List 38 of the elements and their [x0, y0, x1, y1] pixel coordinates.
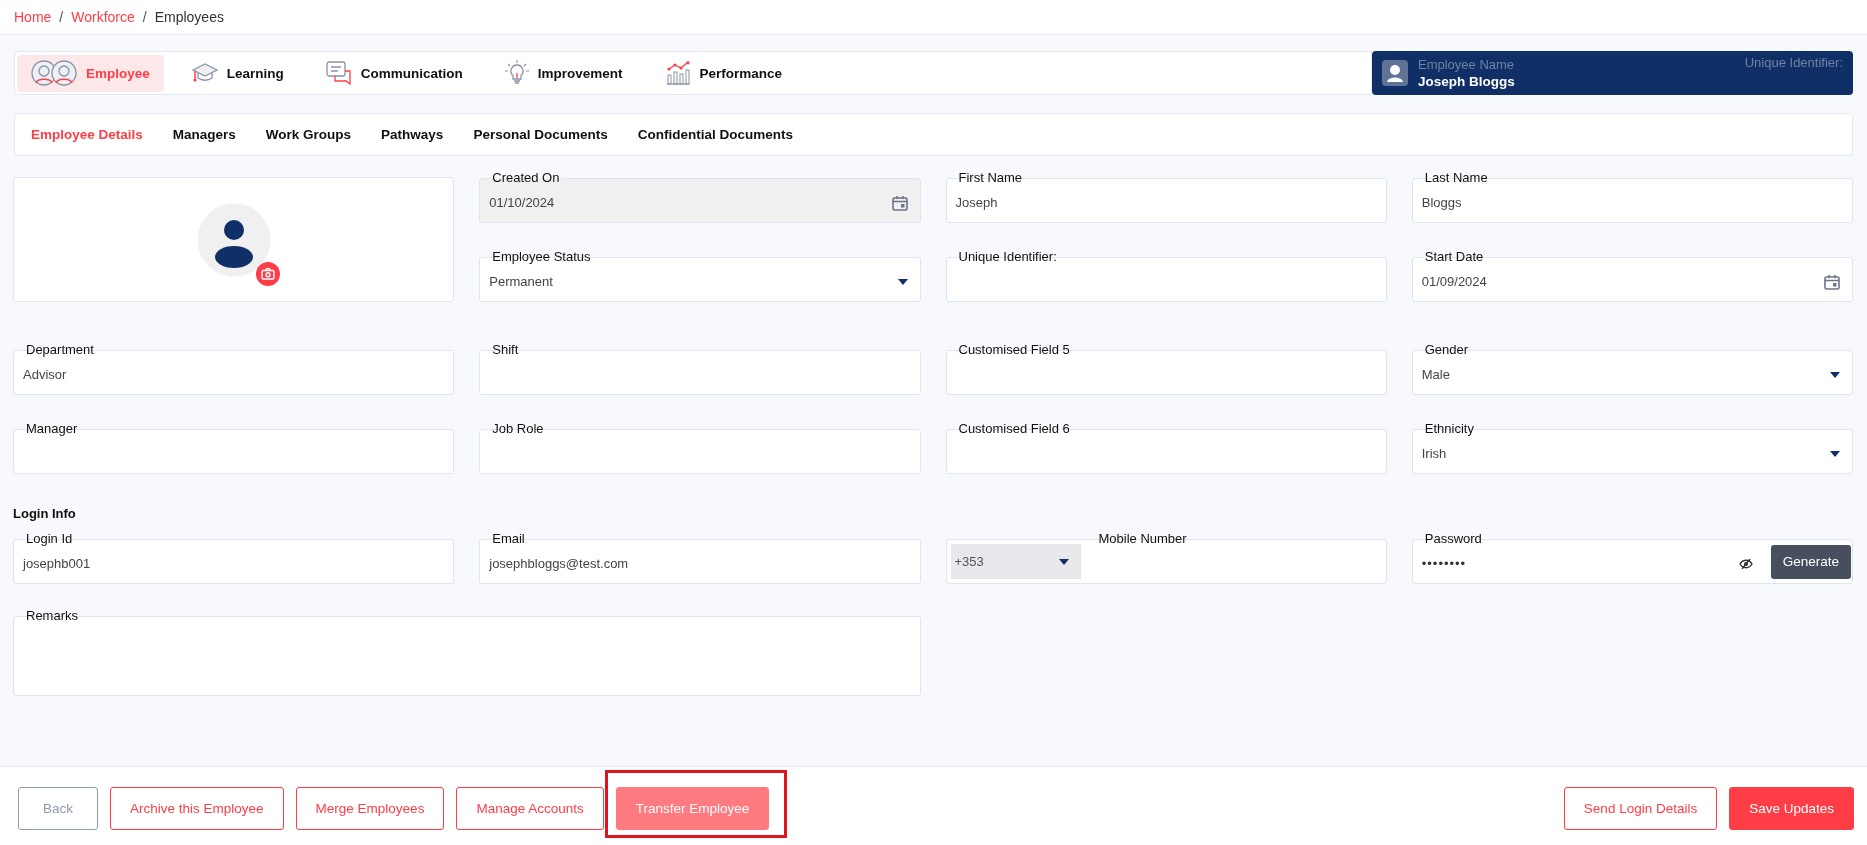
breadcrumb-separator: / — [59, 9, 64, 25]
eye-slash-icon — [1738, 558, 1753, 569]
chart-icon — [664, 61, 691, 85]
caret-icon — [1830, 450, 1840, 457]
module-tab[interactable]: Performance — [650, 54, 797, 92]
calendar-icon — [1824, 273, 1840, 290]
action-button[interactable]: Archive this Employee — [110, 787, 284, 830]
detail-tab[interactable]: Work Groups — [265, 127, 352, 142]
breadcrumb-separator: / — [142, 9, 147, 25]
module-tab[interactable]: Improvement — [490, 54, 637, 92]
caret-icon — [1058, 558, 1069, 565]
country-code-dropdown[interactable]: +353 — [950, 544, 1081, 579]
module-tab[interactable]: Communication — [311, 54, 477, 92]
action-button[interactable]: Merge Employees — [295, 787, 445, 830]
module-tab[interactable]: Learning — [177, 54, 298, 92]
section-heading: Login Info — [13, 506, 77, 521]
identifier-label: Unique Identifier: — [1744, 55, 1843, 70]
breadcrumb-link[interactable]: Home — [14, 9, 52, 25]
name-label: Employee Name — [1418, 57, 1515, 72]
calendar-icon — [891, 194, 908, 211]
detail-tab[interactable]: Managers — [172, 127, 236, 142]
caret-icon — [897, 278, 908, 285]
camera-icon[interactable] — [255, 261, 280, 286]
employee-name: Joseph Bloggs — [1418, 74, 1515, 89]
graduation-cap-icon — [191, 62, 218, 84]
chat-bubbles-icon — [325, 61, 352, 85]
caret-icon — [1830, 371, 1840, 378]
people-icon — [31, 59, 77, 87]
generate-button[interactable]: Generate — [1770, 544, 1851, 579]
breadcrumb-current: Employees — [154, 9, 224, 25]
lightbulb-icon — [504, 60, 529, 86]
breadcrumb-link[interactable]: Workforce — [71, 9, 135, 25]
action-button[interactable]: Send Login Details — [1563, 787, 1718, 830]
detail-tab[interactable]: Pathways — [381, 127, 444, 142]
avatar-icon — [1382, 60, 1408, 86]
detail-tab[interactable]: Confidential Documents — [637, 127, 793, 142]
detail-tab[interactable]: Personal Documents — [473, 127, 608, 142]
action-button[interactable]: Manage Accounts — [456, 787, 604, 830]
